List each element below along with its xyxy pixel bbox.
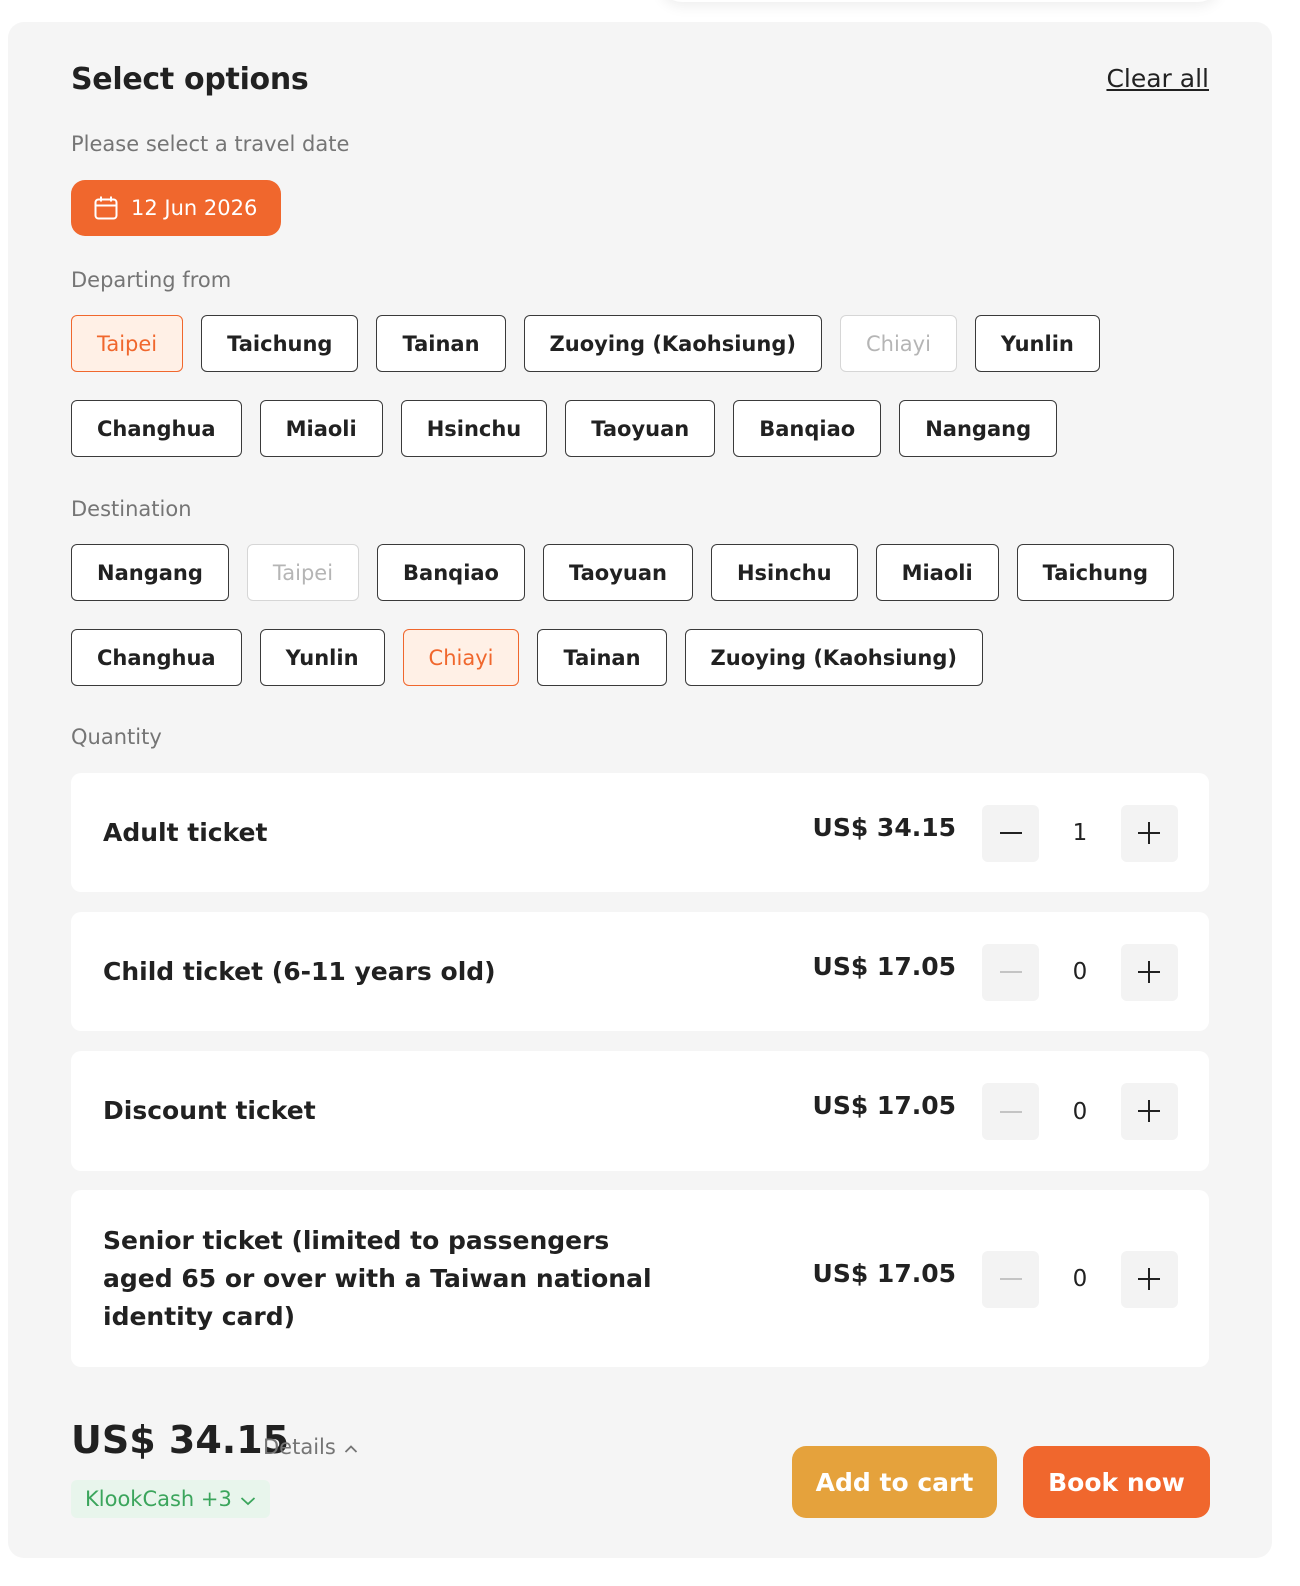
ticket-price: US$ 17.05 — [812, 1258, 956, 1288]
departing-from-label: Departing from — [71, 268, 232, 292]
quantity-stepper: 0 — [982, 1083, 1178, 1140]
departing-chip-changhua[interactable]: Changhua — [71, 400, 242, 457]
ticket-price: US$ 17.05 — [812, 951, 956, 981]
departing-chip-nangang[interactable]: Nangang — [899, 400, 1058, 457]
quantity-stepper: 0 — [982, 943, 1178, 1001]
destination-chip-yunlin[interactable]: Yunlin — [259, 629, 385, 686]
departing-row-1: Taipei Taichung Tainan Zuoying (Kaohsiung) C… — [71, 315, 1100, 372]
chevron-up-icon — [344, 1435, 358, 1459]
ticket-row: Child ticket (6-11 years old) US$ 17.05 0 — [71, 912, 1209, 1031]
destination-chip-chiayi[interactable]: Chiayi — [402, 629, 520, 686]
travel-date-button[interactable]: 12 Jun 2026 — [71, 180, 282, 236]
quantity-stepper: 1 — [982, 804, 1178, 862]
departing-chip-taichung[interactable]: Taichung — [201, 315, 359, 372]
departing-chip-tainan[interactable]: Tainan — [376, 315, 506, 372]
quantity-label: Quantity — [71, 725, 162, 749]
departing-chip-yunlin[interactable]: Yunlin — [974, 315, 1100, 372]
increment-button[interactable] — [1121, 1083, 1178, 1140]
destination-row-1: Nangang Taipei Banqiao Taoyuan Hsinchu Miaoli… — [71, 544, 1174, 601]
header-shadow — [660, 0, 1220, 2]
destination-chip-hsinchu[interactable]: Hsinchu — [710, 544, 858, 601]
total-price: US$ 34.15 — [71, 1418, 290, 1462]
ticket-row: Adult ticket US$ 34.15 1 — [71, 773, 1209, 892]
decrement-button — [982, 1083, 1039, 1140]
page-title: Select options — [71, 62, 309, 97]
select-options-panel: Select options Clear all Please select a… — [8, 22, 1272, 1558]
destination-chip-taoyuan[interactable]: Taoyuan — [543, 544, 693, 601]
destination-chip-zuoying-kaohsiung[interactable]: Zuoying (Kaohsiung) — [684, 629, 983, 686]
quantity-value: 0 — [1072, 959, 1088, 985]
departing-chip-hsinchu[interactable]: Hsinchu — [400, 400, 548, 457]
ticket-name: Senior ticket (limited to passengers age… — [103, 1226, 652, 1331]
minus-icon — [999, 1278, 1022, 1280]
ticket-name: Child ticket (6-11 years old) — [103, 957, 496, 986]
klookcash-badge[interactable]: KlookCash +3 — [71, 1480, 270, 1518]
destination-row-2: Changhua Yunlin Chiayi Tainan Zuoying (Kaohs… — [71, 629, 983, 686]
destination-chip-taichung[interactable]: Taichung — [1016, 544, 1174, 601]
minus-icon — [999, 832, 1022, 834]
ticket-price: US$ 17.05 — [812, 1091, 956, 1120]
details-link[interactable]: Details — [263, 1435, 358, 1459]
details-label: Details — [263, 1435, 336, 1459]
minus-icon — [999, 1110, 1022, 1113]
increment-button[interactable] — [1121, 943, 1178, 1001]
destination-chip-taipei: Taipei — [246, 544, 360, 601]
quantity-value: 0 — [1072, 1098, 1088, 1125]
departing-chip-zuoying-kaohsiung[interactable]: Zuoying (Kaohsiung) — [523, 315, 822, 372]
chevron-down-icon — [240, 1487, 256, 1511]
selected-date: 12 Jun 2026 — [131, 196, 258, 220]
decrement-button — [982, 943, 1039, 1001]
departing-chip-taoyuan[interactable]: Taoyuan — [565, 400, 716, 457]
ticket-price: US$ 34.15 — [812, 812, 956, 842]
increment-button[interactable] — [1121, 1250, 1178, 1308]
departing-chip-miaoli[interactable]: Miaoli — [259, 400, 383, 457]
clear-all-link[interactable]: Clear all — [1106, 64, 1209, 93]
destination-label: Destination — [71, 497, 192, 521]
travel-date-label: Please select a travel date — [71, 132, 350, 156]
minus-icon — [999, 971, 1022, 973]
increment-button[interactable] — [1121, 804, 1178, 862]
ticket-row: Senior ticket (limited to passengers age… — [71, 1190, 1209, 1367]
decrement-button[interactable] — [982, 804, 1039, 862]
add-to-cart-button[interactable]: Add to cart — [792, 1446, 997, 1518]
klookcash-label: KlookCash +3 — [85, 1487, 232, 1511]
quantity-stepper: 0 — [982, 1250, 1178, 1308]
departing-row-2: Changhua Miaoli Hsinchu Taoyuan Banqiao Nanga… — [71, 400, 1058, 457]
quantity-value: 0 — [1072, 1266, 1088, 1292]
departing-chip-banqiao[interactable]: Banqiao — [733, 400, 882, 457]
book-now-button[interactable]: Book now — [1023, 1446, 1210, 1518]
quantity-value: 1 — [1072, 820, 1088, 846]
ticket-name: Adult ticket — [103, 818, 268, 847]
destination-chip-tainan[interactable]: Tainan — [537, 629, 667, 686]
destination-chip-miaoli[interactable]: Miaoli — [875, 544, 999, 601]
destination-chip-banqiao[interactable]: Banqiao — [377, 544, 525, 601]
departing-chip-taipei[interactable]: Taipei — [71, 315, 184, 372]
departing-chip-chiayi: Chiayi — [839, 315, 957, 372]
ticket-name: Discount ticket — [103, 1096, 316, 1125]
destination-chip-nangang[interactable]: Nangang — [71, 544, 229, 601]
ticket-row: Discount ticket US$ 17.05 0 — [71, 1051, 1209, 1171]
destination-chip-changhua[interactable]: Changhua — [71, 629, 242, 686]
decrement-button — [982, 1250, 1039, 1308]
calendar-icon — [93, 195, 119, 221]
